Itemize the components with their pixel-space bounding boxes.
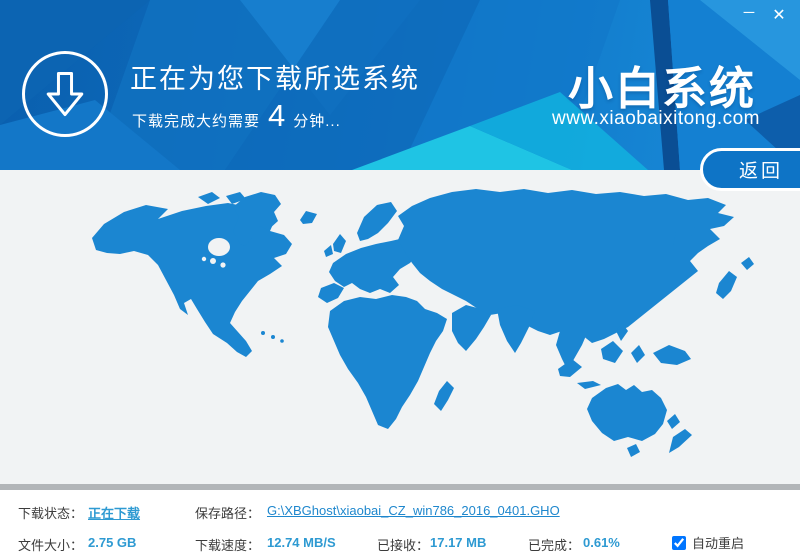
world-map — [0, 170, 800, 484]
eta-prefix: 下载完成大约需要 — [132, 110, 260, 131]
arrow-down-icon — [37, 66, 93, 122]
auto-restart-option[interactable]: 自动重启 — [672, 533, 744, 552]
back-button[interactable]: 返回 — [700, 148, 800, 191]
download-speed-label: 下载速度： — [195, 535, 260, 554]
content-area — [0, 170, 800, 484]
received-value: 17.17 MB — [430, 535, 486, 550]
auto-restart-label[interactable]: 自动重启 — [692, 533, 744, 552]
received-label: 已接收： — [377, 535, 429, 554]
download-arrow-circle-icon — [22, 51, 108, 137]
download-speed-value: 12.74 MB/S — [267, 535, 336, 550]
eta-minutes-value: 4 — [268, 98, 285, 134]
page-title: 正在为您下载所选系统 — [130, 57, 420, 96]
completed-label: 已完成： — [528, 535, 580, 554]
website-url: www.xiaobaixitong.com — [552, 108, 760, 130]
completed-value: 0.61% — [583, 535, 620, 550]
eta-suffix: 分钟... — [293, 110, 341, 131]
app-window: ─ ✕ 正在为您下载所选系统 下载完成大约需要 4 分钟... 小白系统 www… — [0, 0, 800, 560]
file-size-label: 文件大小： — [18, 535, 83, 554]
save-path-link[interactable]: G:\XBGhost\xiaobai_CZ_win786_2016_0401.G… — [267, 503, 560, 518]
minimize-button[interactable]: ─ — [736, 1, 762, 25]
status-bar: 下载状态： 正在下载 保存路径： G:\XBGhost\xiaobai_CZ_w… — [0, 490, 800, 560]
save-path-label: 保存路径： — [195, 503, 260, 522]
download-status-value: 正在下载 — [88, 503, 140, 522]
auto-restart-checkbox[interactable] — [672, 536, 686, 550]
header-banner: ─ ✕ 正在为您下载所选系统 下载完成大约需要 4 分钟... 小白系统 www… — [0, 0, 800, 170]
close-button[interactable]: ✕ — [766, 4, 792, 28]
file-size-value: 2.75 GB — [88, 535, 136, 550]
download-eta-text: 下载完成大约需要 4 分钟... — [132, 98, 341, 134]
download-status-label: 下载状态： — [18, 503, 83, 522]
